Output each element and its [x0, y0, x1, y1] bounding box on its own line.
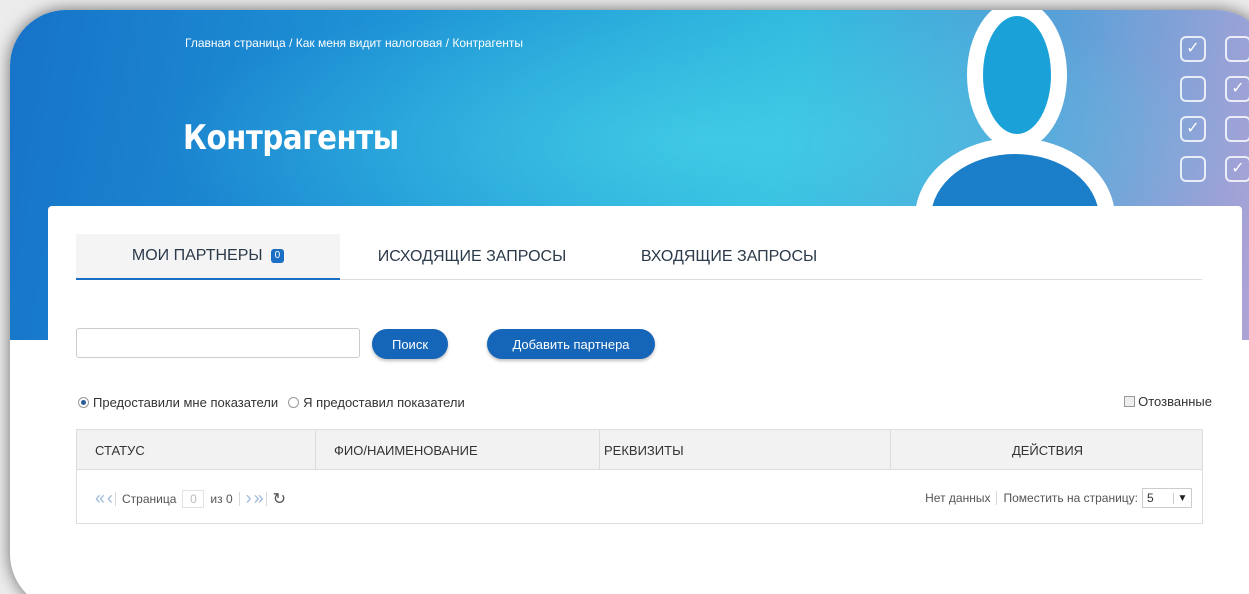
pagination-bar: « ‹ Страница 0 из 0 › » ↻ Нет данных Пом…: [77, 470, 1202, 524]
revoked-label: Отозванные: [1138, 394, 1212, 409]
breadcrumb-current: Контрагенты: [452, 36, 523, 50]
no-data-text: Нет данных: [925, 491, 991, 505]
column-header-requisites[interactable]: РЕКВИЗИТЫ: [600, 430, 891, 470]
last-page-icon[interactable]: »: [254, 488, 264, 509]
app-window: Главная страница / Как меня видит налого…: [10, 10, 1249, 594]
tab-label: ИСХОДЯЩИЕ ЗАПРОСЫ: [377, 248, 567, 265]
radio-label: Я предоставил показатели: [303, 395, 465, 410]
tab-label: ВХОДЯЩИЕ ЗАПРОСЫ: [640, 248, 818, 265]
radio-i-provided[interactable]: [288, 397, 300, 408]
breadcrumb: Главная страница / Как меня видит налого…: [185, 36, 523, 50]
refresh-icon[interactable]: ↻: [273, 489, 286, 509]
column-header-actions[interactable]: ДЕЙСТВИЯ: [891, 430, 1204, 470]
checked-box-icon: ✓: [1225, 156, 1249, 182]
content-card: МОИ ПАРТНЕРЫ 0 ИСХОДЯЩИЕ ЗАПРОСЫ ВХОДЯЩИ…: [48, 206, 1242, 594]
partners-table: СТАТУС ФИО/НАИМЕНОВАНИЕ РЕКВИЗИТЫ ДЕЙСТВ…: [76, 429, 1203, 524]
column-header-status[interactable]: СТАТУС: [77, 430, 316, 470]
radio-provided-to-me[interactable]: [78, 397, 89, 408]
checked-box-icon: ✓: [1180, 36, 1206, 62]
tab-bar: МОИ ПАРТНЕРЫ 0 ИСХОДЯЩИЕ ЗАПРОСЫ ВХОДЯЩИ…: [76, 234, 1202, 280]
table-header: СТАТУС ФИО/НАИМЕНОВАНИЕ РЕКВИЗИТЫ ДЕЙСТВ…: [77, 430, 1202, 470]
empty-box-icon: [1180, 156, 1206, 182]
tab-incoming-requests[interactable]: ВХОДЯЩИЕ ЗАПРОСЫ: [604, 234, 854, 280]
search-button[interactable]: Поиск: [372, 329, 448, 359]
next-page-icon[interactable]: ›: [246, 488, 252, 509]
divider: [265, 491, 267, 506]
breadcrumb-home[interactable]: Главная страница: [185, 36, 286, 50]
pager-info: Нет данных Поместить на страницу: 5 ▼: [925, 488, 1192, 508]
partners-count-badge: 0: [270, 249, 285, 263]
column-header-name[interactable]: ФИО/НАИМЕНОВАНИЕ: [316, 430, 600, 470]
page-label: Страница: [122, 491, 177, 506]
empty-box-icon: [1180, 76, 1206, 102]
prev-page-icon[interactable]: ‹: [107, 488, 113, 509]
page-number-input[interactable]: 0: [182, 489, 205, 508]
revoked-filter[interactable]: Отозванные: [1124, 394, 1212, 409]
per-page-label: Поместить на страницу:: [1003, 491, 1138, 505]
tab-label: МОИ ПАРТНЕРЫ: [131, 247, 263, 264]
empty-box-icon: [1225, 116, 1249, 142]
tab-my-partners[interactable]: МОИ ПАРТНЕРЫ 0: [76, 234, 340, 280]
checked-box-icon: ✓: [1180, 116, 1206, 142]
radio-label: Предоставили мне показатели: [93, 395, 279, 410]
filter-radio-group: Предоставили мне показатели Я предостави…: [78, 395, 465, 410]
revoked-checkbox[interactable]: [1124, 396, 1136, 407]
page-title: Контрагенты: [183, 118, 399, 158]
pager-controls: « ‹ Страница 0 из 0 › » ↻: [95, 488, 286, 509]
first-page-icon[interactable]: «: [95, 488, 105, 509]
page-total: из 0: [210, 491, 233, 506]
divider: [115, 491, 117, 506]
empty-box-icon: [1225, 36, 1249, 62]
chevron-down-icon: ▼: [1173, 492, 1191, 504]
per-page-select[interactable]: 5 ▼: [1142, 488, 1192, 508]
tab-outgoing-requests[interactable]: ИСХОДЯЩИЕ ЗАПРОСЫ: [340, 234, 604, 280]
breadcrumb-separator: /: [285, 36, 296, 50]
divider: [238, 491, 240, 506]
per-page-value: 5: [1147, 491, 1154, 505]
breadcrumb-section[interactable]: Как меня видит налоговая: [296, 36, 443, 50]
breadcrumb-separator: /: [442, 36, 453, 50]
checked-box-icon: ✓: [1225, 76, 1249, 102]
search-input[interactable]: [76, 328, 360, 358]
add-partner-button[interactable]: Добавить партнера: [487, 329, 655, 359]
divider: [996, 491, 998, 505]
